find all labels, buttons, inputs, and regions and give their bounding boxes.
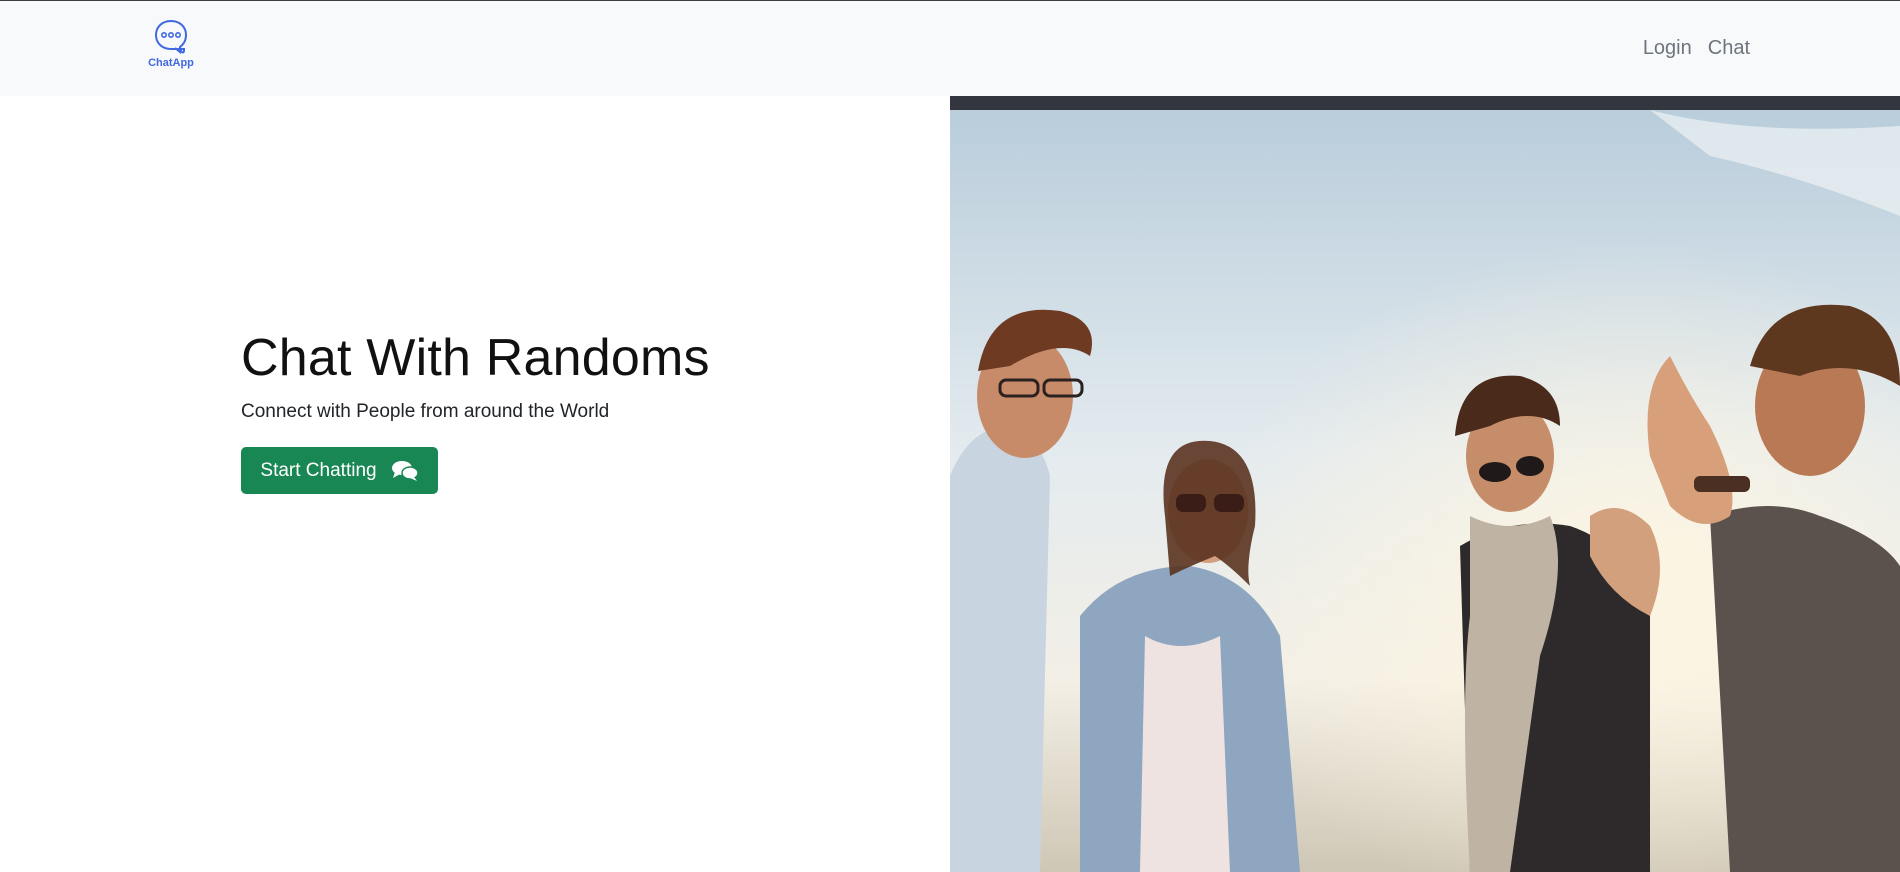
nav-link-login[interactable]: Login <box>1643 37 1692 60</box>
chat-bubble-icon <box>154 20 188 55</box>
comments-icon <box>391 460 419 481</box>
start-chatting-button[interactable]: Start Chatting <box>241 447 438 494</box>
navbar: ChatApp Login Chat <box>0 1 1900 96</box>
brand-label: ChatApp <box>148 57 194 69</box>
nav-links: Login Chat <box>1643 37 1750 60</box>
hero-subtitle: Connect with People from around the Worl… <box>241 401 610 422</box>
nav-link-chat[interactable]: Chat <box>1708 37 1750 60</box>
hero-photo <box>950 96 1900 872</box>
hero-section <box>0 96 950 872</box>
people-photo <box>950 96 1900 872</box>
start-chatting-label: Start Chatting <box>260 459 377 481</box>
hero-title: Chat With Randoms <box>241 329 710 387</box>
brand-logo-link[interactable]: ChatApp <box>142 19 200 75</box>
